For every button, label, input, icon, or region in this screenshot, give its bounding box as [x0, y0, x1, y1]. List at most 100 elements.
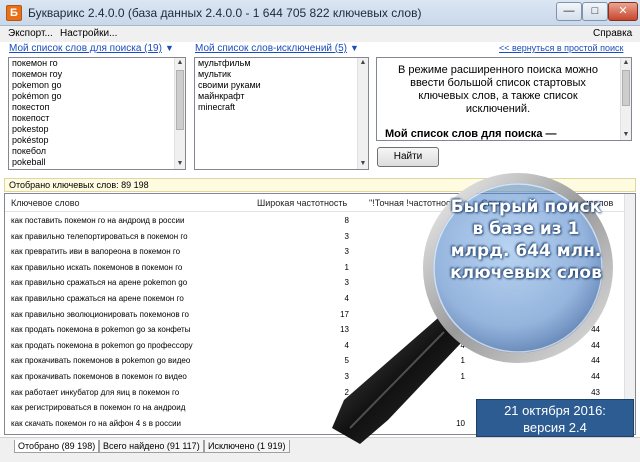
- keyword-cell: как регистрироваться в покемон го на анд…: [11, 403, 186, 413]
- exclude-list-header[interactable]: Мой список слов-исключений (5) ▼: [195, 43, 359, 54]
- table-row[interactable]: как правильно эволюционировать покемонов…: [5, 306, 625, 322]
- search-list-item[interactable]: покемон гоу: [9, 69, 185, 80]
- minimize-button[interactable]: —: [556, 2, 582, 21]
- search-list-item[interactable]: pokémon go: [9, 91, 185, 102]
- window-title: Букварикс 2.4.0.0 (база данных 2.4.0.0 -…: [28, 6, 422, 20]
- keyword-cell: как правильно эволюционировать покемонов…: [11, 309, 189, 319]
- broad-frequency-cell: 5: [344, 356, 349, 366]
- menu-help[interactable]: Справка: [593, 28, 632, 39]
- broad-frequency-cell: 1: [344, 262, 349, 272]
- broad-frequency-cell: 2: [344, 387, 349, 397]
- keyword-cell: как правильно сражаться на арене покемон…: [11, 294, 184, 303]
- table-row[interactable]: как прокачивать покемонов в pokemon go в…: [5, 353, 625, 368]
- dropdown-arrow-icon[interactable]: ▼: [165, 43, 174, 53]
- table-row[interactable]: как правильно сражаться на арене покемон…: [5, 291, 625, 306]
- broad-frequency-cell: 17: [340, 309, 349, 319]
- broad-frequency-cell: 3: [344, 231, 349, 241]
- chars-cell: 44: [591, 356, 600, 366]
- keyword-cell: как правильно телепортироваться в покемо…: [11, 231, 188, 241]
- search-list-item[interactable]: покестоп: [9, 102, 185, 113]
- result-tabs: Отобрано (89 198) Всего найдено (91 117)…: [0, 437, 640, 462]
- broad-frequency-cell: 8: [344, 216, 349, 225]
- menu-export[interactable]: Экспорт...: [8, 28, 53, 39]
- info-description: В режиме расширенного поиска можно ввест…: [398, 64, 598, 115]
- keyword-cell: как прокачивать покемонов в покемон го в…: [11, 372, 187, 381]
- search-list-item[interactable]: pokéstop: [9, 135, 185, 146]
- search-list-item[interactable]: покепост: [9, 113, 185, 124]
- close-button[interactable]: ✕: [608, 2, 638, 21]
- exact-frequency-cell: 4: [460, 340, 465, 350]
- scroll-down-icon[interactable]: ▼: [358, 159, 368, 169]
- search-words-listbox[interactable]: покемон го покемон гоу pokemon go pokémon g…: [8, 57, 186, 170]
- promo-text: Быстрый поиск в базе из 1 млрд. 644 млн.…: [450, 197, 602, 283]
- scroll-down-icon[interactable]: ▼: [175, 159, 185, 169]
- title-bar: Б Букварикс 2.4.0.0 (база данных 2.4.0.0…: [0, 0, 640, 26]
- search-list-item[interactable]: pokemon go: [9, 80, 185, 91]
- keyword-cell: как продать покемона в pokemon go профес…: [11, 340, 193, 350]
- scroll-up-icon[interactable]: ▲: [358, 58, 368, 68]
- table-row[interactable]: как продать покемона в pokemon go за кон…: [5, 322, 625, 337]
- exclude-list-item[interactable]: майнкрафт: [195, 91, 368, 102]
- scroll-thumb[interactable]: [176, 70, 184, 130]
- table-row[interactable]: как работает инкубатор для яиц в покемон…: [5, 385, 625, 400]
- table-row[interactable]: как продать покемона в pokemon go профес…: [5, 337, 625, 354]
- exclude-list-item[interactable]: minecraft: [195, 102, 368, 113]
- chars-cell: 44: [591, 340, 600, 350]
- table-scrollbar[interactable]: [624, 194, 635, 434]
- broad-frequency-cell: 13: [340, 325, 349, 335]
- chars-cell: 43: [591, 309, 600, 319]
- broad-frequency-cell: 4: [344, 294, 349, 303]
- find-button[interactable]: Найти: [377, 147, 439, 167]
- back-to-simple-search-link[interactable]: << вернуться в простой поиск: [499, 43, 623, 53]
- dropdown-arrow-icon[interactable]: ▼: [350, 43, 359, 53]
- search-list-scrollbar[interactable]: ▲ ▼: [174, 58, 185, 169]
- chars-cell: 44: [591, 372, 600, 381]
- exclude-list-header-label[interactable]: Мой список слов-исключений (5): [195, 43, 347, 54]
- search-list-header[interactable]: Мой список слов для поиска (19) ▼: [9, 43, 174, 54]
- keyword-cell: как правильно сражаться на арене pokemon…: [11, 278, 188, 288]
- search-list-item[interactable]: покебол: [9, 146, 185, 157]
- exclude-list-item[interactable]: мультфильм: [195, 58, 368, 69]
- menu-settings[interactable]: Настройки...: [60, 28, 117, 39]
- keyword-cell: как скачать покемон го на айфон 4 s в ро…: [11, 418, 181, 428]
- keyword-cell: как правильно искать покемонов в покемон…: [11, 262, 183, 272]
- tab-excluded[interactable]: Исключено (1 919): [204, 440, 290, 453]
- keyword-cell: как превратить иви в вапореона в покемон…: [11, 247, 181, 257]
- chars-cell: 43: [591, 387, 600, 397]
- search-list-item[interactable]: покемон го: [9, 58, 185, 69]
- scroll-up-icon[interactable]: ▲: [621, 58, 631, 68]
- chars-cell: 44: [591, 325, 600, 335]
- info-scrollbar[interactable]: ▲ ▼: [620, 58, 631, 140]
- search-list-header-label[interactable]: Мой список слов для поиска (19): [9, 43, 162, 54]
- tab-selected[interactable]: Отобрано (89 198): [14, 440, 100, 453]
- exclude-list-item[interactable]: мультик: [195, 69, 368, 80]
- keyword-cell: как поставить покемон го на андроид в ро…: [11, 216, 185, 225]
- keyword-cell: как работает инкубатор для яиц в покемон…: [11, 387, 180, 397]
- exclude-list-scrollbar[interactable]: ▲ ▼: [357, 58, 368, 169]
- menu-bar: Экспорт... Настройки... Справка: [0, 26, 640, 42]
- keyword-cell: как продать покемона в pokemon go за кон…: [11, 325, 191, 335]
- column-broad-frequency[interactable]: Широкая частотность: [257, 198, 347, 208]
- scroll-thumb[interactable]: [622, 70, 630, 106]
- exact-frequency-cell: 1: [460, 356, 465, 366]
- maximize-button[interactable]: □: [582, 2, 608, 21]
- broad-frequency-cell: 3: [344, 372, 349, 381]
- exclude-list-item[interactable]: своими руками: [195, 80, 368, 91]
- column-keyword[interactable]: Ключевое слово: [11, 198, 79, 208]
- table-row[interactable]: как прокачивать покемонов в покемон го в…: [5, 369, 625, 385]
- scroll-up-icon[interactable]: ▲: [175, 58, 185, 68]
- search-list-item[interactable]: pokestop: [9, 124, 185, 135]
- info-panel: В режиме расширенного поиска можно ввест…: [376, 57, 632, 141]
- broad-frequency-cell: 4: [344, 340, 349, 350]
- search-list-item[interactable]: pokeball: [9, 157, 185, 168]
- scroll-down-icon[interactable]: ▼: [621, 130, 631, 140]
- selected-count: Отобрано ключевых слов: 89 198: [4, 178, 636, 192]
- badge-date: 21 октября 2016:: [504, 403, 606, 418]
- exclude-words-listbox[interactable]: мультфильм мультик своими руками майнкрафт m…: [194, 57, 369, 170]
- broad-frequency-cell: 3: [344, 278, 349, 288]
- badge-version: версия 2.4: [523, 420, 587, 435]
- exact-frequency-cell: 10: [456, 418, 465, 428]
- keyword-cell: как прокачивать покемонов в pokemon go в…: [11, 356, 191, 366]
- tab-total-found[interactable]: Всего найдено (91 117): [99, 440, 204, 453]
- version-badge: 21 октября 2016: версия 2.4: [476, 399, 634, 437]
